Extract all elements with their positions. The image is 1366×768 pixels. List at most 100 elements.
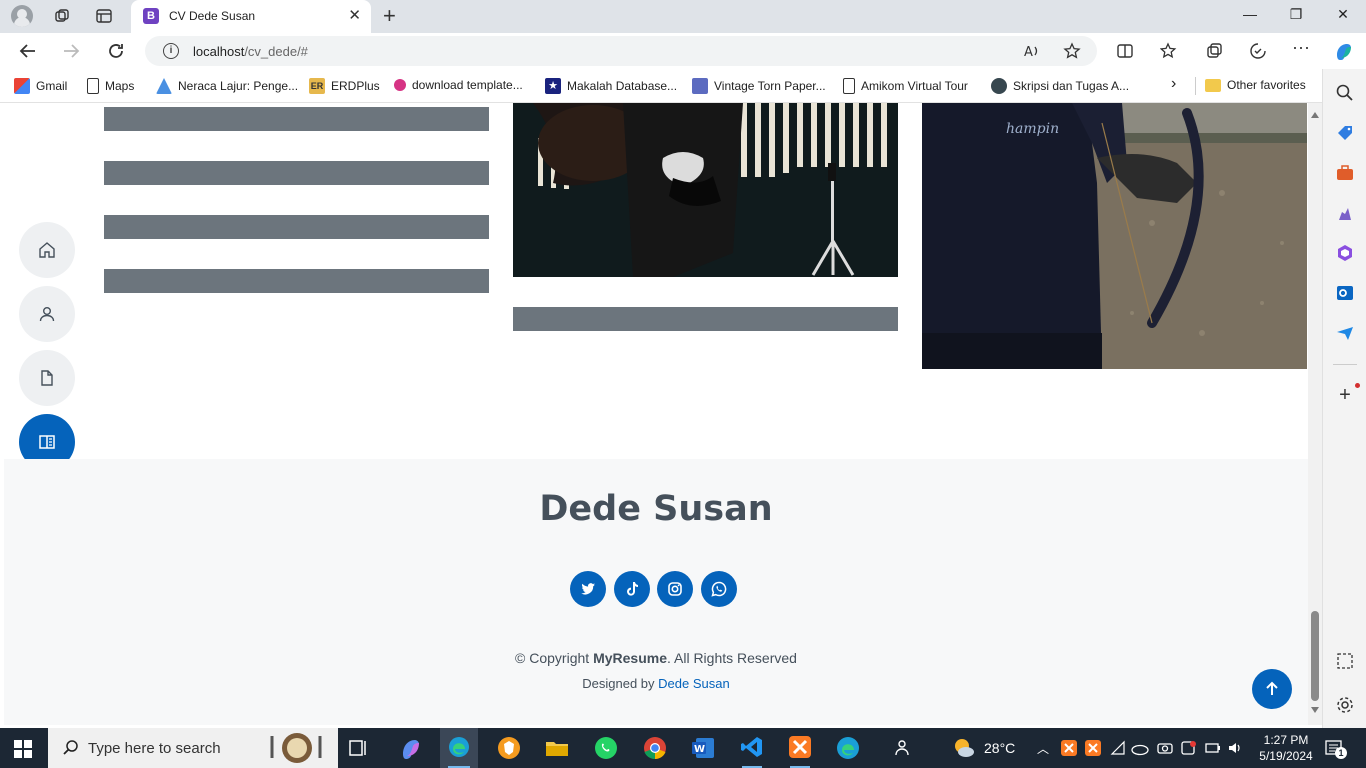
home-nav-button[interactable] <box>19 222 75 278</box>
network-icon[interactable] <box>1110 740 1126 756</box>
new-tab-plus-icon[interactable]: + <box>383 4 396 28</box>
split-screen-icon[interactable] <box>1116 42 1134 60</box>
camera-icon[interactable] <box>1157 740 1173 756</box>
bookmark-skripsi[interactable]: Skripsi dan Tugas A... <box>991 78 1129 94</box>
favorites-icon[interactable] <box>1160 42 1178 60</box>
more-options-icon[interactable]: ··· <box>1292 38 1310 60</box>
page-scrollbar[interactable] <box>1308 103 1322 725</box>
placeholder-bar <box>104 161 489 185</box>
tab-actions-icon[interactable] <box>95 7 113 25</box>
svg-text:W: W <box>694 744 705 755</box>
portfolio-photo-guitar[interactable] <box>513 103 898 277</box>
scrollbar-thumb[interactable] <box>1311 611 1319 701</box>
bookmark-neraca-lajur[interactable]: Neraca Lajur: Penge... <box>156 78 298 94</box>
shopping-tag-icon[interactable] <box>1335 123 1355 143</box>
site-info-icon[interactable]: i <box>163 43 179 59</box>
bookmark-gmail[interactable]: Gmail <box>14 78 67 94</box>
resume-nav-button[interactable] <box>19 350 75 406</box>
screen-record-icon[interactable] <box>1181 740 1197 756</box>
tiktok-link[interactable] <box>614 571 650 607</box>
volume-icon[interactable] <box>1227 740 1243 756</box>
collections-icon[interactable] <box>1205 42 1223 60</box>
tab-close-icon[interactable]: ✕ <box>348 8 361 24</box>
back-arrow-icon[interactable] <box>16 39 40 63</box>
read-aloud-icon[interactable]: A <box>1023 42 1041 60</box>
screenshot-icon[interactable] <box>1335 651 1355 671</box>
browser-essentials-icon[interactable] <box>1249 42 1267 60</box>
drop-icon[interactable] <box>1335 323 1355 343</box>
xampp-tray-icon[interactable] <box>1061 740 1077 756</box>
xampp-taskbar-button[interactable] <box>783 728 817 768</box>
taskbar-search-box[interactable]: Type here to search <box>48 728 338 768</box>
notification-count-badge: 1 <box>1335 747 1347 759</box>
close-window-button[interactable]: ✕ <box>1333 6 1353 23</box>
copilot-icon[interactable] <box>1333 40 1355 62</box>
search-icon <box>63 740 78 755</box>
people-icon[interactable] <box>893 737 915 759</box>
sidebar-divider <box>1333 364 1357 365</box>
bootstrap-favicon-icon: B <box>143 8 159 24</box>
favorite-star-icon[interactable] <box>1063 42 1081 60</box>
xampp-icon <box>789 736 811 758</box>
whatsapp-link[interactable] <box>701 571 737 607</box>
vscode-taskbar-button[interactable] <box>735 728 769 768</box>
windows-start-icon[interactable] <box>14 740 32 758</box>
whatsapp-taskbar-icon[interactable] <box>592 734 620 762</box>
word-icon[interactable]: W <box>690 734 718 762</box>
onedrive-icon[interactable] <box>1131 740 1149 756</box>
refresh-icon[interactable] <box>104 39 128 63</box>
designer-link[interactable]: Dede Susan <box>658 676 730 691</box>
brave-icon[interactable] <box>495 734 523 762</box>
weather-sun-cloud-icon[interactable] <box>952 736 976 760</box>
battery-plug-icon[interactable] <box>1205 740 1221 756</box>
tools-icon[interactable] <box>1335 163 1355 183</box>
microsoft-365-icon[interactable] <box>1335 243 1355 263</box>
instagram-link[interactable] <box>657 571 693 607</box>
add-app-plus-icon[interactable]: + <box>1335 385 1355 405</box>
whatsapp-icon <box>711 581 727 597</box>
bookmark-amikom-virtual-tour[interactable]: Amikom Virtual Tour <box>843 78 968 94</box>
scroll-up-arrow-icon[interactable] <box>1311 112 1319 118</box>
tray-overflow-chevron-icon[interactable]: ︿ <box>1037 740 1049 757</box>
notifications-button[interactable]: 1 <box>1324 738 1347 759</box>
bookmarks-overflow-chevron-icon[interactable]: › <box>1171 75 1176 93</box>
edge-dev-icon[interactable] <box>834 734 862 762</box>
chrome-icon[interactable] <box>641 734 669 762</box>
address-url[interactable]: localhost/cv_dede/# <box>193 44 308 59</box>
profile-avatar-icon[interactable] <box>11 5 33 27</box>
portfolio-photo-archery[interactable]: hampin <box>922 103 1307 369</box>
search-icon[interactable] <box>1335 83 1355 103</box>
weather-temperature[interactable]: 28°C <box>984 740 1015 756</box>
tab-cv-dede-susan[interactable]: B CV Dede Susan ✕ <box>131 0 371 33</box>
page-icon <box>87 78 99 94</box>
workspaces-icon[interactable] <box>53 7 71 25</box>
about-nav-button[interactable] <box>19 286 75 342</box>
games-icon[interactable] <box>1335 203 1355 223</box>
copilot-taskbar-icon[interactable] <box>397 734 425 762</box>
bookmark-maps[interactable]: Maps <box>87 78 134 94</box>
back-to-top-button[interactable] <box>1252 669 1292 709</box>
bookmark-download-template[interactable]: download template... <box>394 78 523 92</box>
taskbar-clock[interactable]: 1:27 PM 5/19/2024 <box>1256 732 1316 764</box>
placeholder-bar <box>104 107 489 131</box>
task-view-icon[interactable] <box>348 737 370 759</box>
scroll-down-arrow-icon[interactable] <box>1311 707 1319 713</box>
twitter-link[interactable] <box>570 571 606 607</box>
edge-taskbar-button[interactable] <box>440 728 478 768</box>
brand-name: MyResume <box>593 650 667 666</box>
browser-toolbar: i localhost/cv_dede/# A ··· <box>0 33 1366 69</box>
search-placeholder: Type here to search <box>88 740 221 757</box>
bookmark-makalah-database[interactable]: ★ Makalah Database... <box>545 78 677 94</box>
address-bar[interactable]: i localhost/cv_dede/# A <box>145 36 1097 66</box>
bookmark-erdplus[interactable]: ER ERDPlus <box>309 78 380 94</box>
outlook-icon[interactable] <box>1335 283 1355 303</box>
forward-arrow-icon[interactable] <box>59 39 83 63</box>
minimize-button[interactable]: — <box>1240 6 1260 22</box>
file-explorer-icon[interactable] <box>543 734 571 762</box>
bookmark-vintage-torn-paper[interactable]: Vintage Torn Paper... <box>692 78 826 94</box>
settings-gear-icon[interactable] <box>1335 695 1355 715</box>
web-page: hampin Dede Susan © Copyright MyResume. … <box>4 103 1308 725</box>
restore-button[interactable]: ❐ <box>1286 6 1306 23</box>
xampp-tray-icon-2[interactable] <box>1085 740 1101 756</box>
bookmark-other-favorites[interactable]: Other favorites <box>1205 78 1306 92</box>
